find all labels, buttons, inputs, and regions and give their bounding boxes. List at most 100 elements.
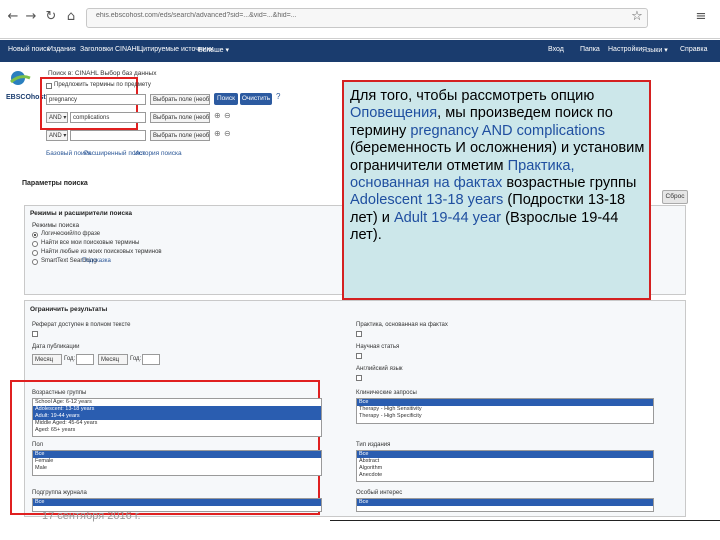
toolbar-signin[interactable]: Вход [548, 46, 564, 53]
clinical-queries-label: Клинические запросы [356, 390, 417, 396]
sex-option[interactable]: Female [33, 458, 321, 465]
forward-icon[interactable]: → [24, 10, 38, 24]
search-button[interactable]: Поиск [214, 93, 238, 105]
year-from-label: Год: [64, 356, 76, 362]
age-groups-label: Возрастные группы [32, 390, 87, 396]
english-checkbox[interactable] [356, 375, 362, 381]
clear-button[interactable]: Очистить [240, 93, 272, 105]
sex-option[interactable]: Male [33, 465, 321, 472]
operator-select-3[interactable]: AND ▾ [46, 130, 68, 141]
home-icon[interactable]: ⌂ [64, 10, 78, 24]
toolbar-languages[interactable]: Языки ▾ [642, 46, 668, 54]
help-icon[interactable]: ? [276, 92, 280, 101]
year-to-input[interactable] [142, 354, 160, 365]
mode-radio-any[interactable] [32, 250, 38, 256]
special-interest-listbox[interactable]: Все [356, 498, 654, 512]
search-input-3[interactable] [70, 130, 146, 141]
callout-highlight-adolescent: Adolescent 13-18 years [350, 192, 504, 209]
back-icon[interactable]: ← [6, 10, 20, 24]
callout-highlight-terms: pregnancy AND complications [410, 122, 606, 139]
instruction-callout: Для того, чтобы рассмотреть опцию Оповещ… [342, 80, 651, 300]
sex-listbox[interactable]: Все Female Male [32, 450, 322, 476]
full-text-checkbox[interactable] [32, 331, 38, 337]
publication-type-label: Тип издания [356, 442, 391, 448]
suggest-terms-checkbox[interactable] [46, 83, 52, 89]
journal-subset-option[interactable]: Все [33, 499, 321, 506]
limits-header: Ограничить результаты [30, 306, 108, 313]
publication-type-option[interactable]: Algorithm [357, 465, 653, 472]
search-input-1[interactable]: pregnancy [46, 94, 146, 105]
callout-segment: (беременность И осложнения) и установим … [350, 140, 645, 174]
menu-icon[interactable]: ≡ [694, 10, 708, 24]
star-icon[interactable]: ☆ [630, 10, 644, 24]
field-select-3[interactable]: Выбрать поле (необ...▾ [150, 130, 210, 141]
toolbar-folder[interactable]: Папка [580, 46, 600, 53]
reload-icon[interactable]: ↻ [44, 10, 58, 24]
search-input-2[interactable]: complications [70, 112, 146, 123]
add-row-icon[interactable]: ⊕ [214, 111, 221, 120]
sex-option[interactable]: Все [33, 451, 321, 458]
remove-row-icon[interactable]: ⊖ [224, 111, 231, 120]
special-interest-option[interactable]: Все [357, 499, 653, 506]
year-from-input[interactable] [76, 354, 94, 365]
publication-type-option[interactable]: Все [357, 451, 653, 458]
toolbar-publications[interactable]: Издания [48, 46, 76, 53]
reset-button[interactable]: Сброс [662, 190, 688, 204]
special-interest-label: Особый интерес [356, 490, 403, 496]
publication-type-option[interactable]: Anecdote [357, 472, 653, 479]
toolbar-help[interactable]: Справка [680, 46, 707, 53]
month-from-select[interactable]: Месяц [32, 354, 62, 365]
operator-select-2[interactable]: AND ▾ [46, 112, 68, 123]
peer-reviewed-checkbox[interactable] [356, 353, 362, 359]
evidence-based-label: Практика, основанная на фактах [356, 322, 448, 328]
callout-segment: Для того, чтобы рассмотреть опцию [350, 88, 595, 104]
age-option[interactable]: Aged: 65+ years [33, 427, 321, 434]
age-option[interactable]: Middle Aged: 45-64 years [33, 420, 321, 427]
mode-label-any: Найти любые из моих поисковых терминов [41, 249, 162, 255]
callout-highlight-alerts: Оповещения [350, 105, 438, 122]
search-breadcrumb: Поиск в: CINAHL Выбор баз данных [48, 70, 157, 77]
age-option[interactable]: Adolescent: 13-18 years [33, 406, 321, 413]
toolbar-preferences[interactable]: Настройки [608, 46, 642, 53]
clinical-option[interactable]: Therapy - High Sensitivity [357, 406, 653, 413]
modes-label: Режимы поиска [32, 222, 80, 229]
publication-type-listbox[interactable]: Все Abstract Algorithm Anecdote [356, 450, 654, 482]
toolbar-more[interactable]: Больше ▾ [198, 46, 229, 54]
remove-row-icon[interactable]: ⊖ [224, 129, 231, 138]
clinical-queries-listbox[interactable]: Все Therapy - High Sensitivity Therapy -… [356, 398, 654, 424]
toolbar-cinahl-headings[interactable]: Заголовки CINAHL [80, 46, 141, 53]
link-search-history[interactable]: История поиска [134, 150, 182, 157]
mode-radio-all[interactable] [32, 241, 38, 247]
mode-radio-boolean[interactable] [32, 232, 38, 238]
journal-subset-label: Подгруппа журнала [32, 490, 87, 496]
footer-date: 17 сентября 2016 г. [42, 510, 141, 522]
smarttext-hint-link[interactable]: Подсказка [82, 258, 111, 264]
callout-highlight-adult: Adult 19-44 year [393, 209, 502, 226]
mode-radio-smarttext[interactable] [32, 259, 38, 265]
year-to-label: Год: [130, 356, 142, 362]
modes-header: Режимы и расширители поиска [30, 210, 132, 217]
clinical-option[interactable]: Все [357, 399, 653, 406]
callout-text: Для того, чтобы рассмотреть опцию Оповещ… [350, 88, 646, 245]
age-option[interactable]: School Age: 6-12 years [33, 399, 321, 406]
month-to-select[interactable]: Месяц [98, 354, 128, 365]
callout-segment: возрастные группы [502, 175, 637, 192]
pub-date-label: Дата публикации [32, 344, 80, 350]
mode-label-all: Найти все мои поисковые термины [41, 240, 140, 246]
field-select-1[interactable]: Выбрать поле (необ...▾ [150, 94, 210, 105]
mode-label-boolean: Логический/по фразе [41, 231, 101, 237]
url-text: ehis.ebscohost.com/eds/search/advanced?s… [96, 12, 297, 19]
add-row-icon[interactable]: ⊕ [214, 129, 221, 138]
suggest-terms-label: Предложить термины по предмету [54, 82, 151, 88]
clinical-option[interactable]: Therapy - High Specificity [357, 413, 653, 420]
publication-type-option[interactable]: Abstract [357, 458, 653, 465]
full-text-label: Реферат доступен в полном тексте [32, 322, 131, 328]
field-select-2[interactable]: Выбрать поле (необ...▾ [150, 112, 210, 123]
evidence-based-checkbox[interactable] [356, 331, 362, 337]
english-label: Английский язык [356, 366, 403, 372]
toolbar-new-search[interactable]: Новый поиск [8, 46, 50, 53]
footer-divider [330, 520, 720, 521]
age-groups-listbox[interactable]: School Age: 6-12 years Adolescent: 13-18… [32, 398, 322, 437]
age-option[interactable]: Adult: 19-44 years [33, 413, 321, 420]
sex-label: Пол [32, 442, 44, 448]
